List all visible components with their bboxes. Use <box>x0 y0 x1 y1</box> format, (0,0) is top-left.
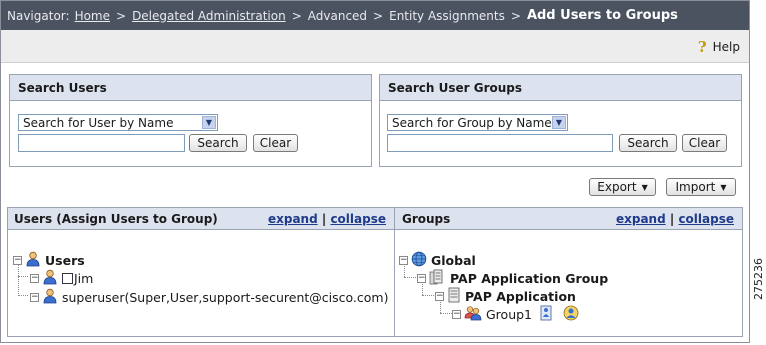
tree-node-label: Group1 <box>486 307 533 322</box>
caret-down-icon: ▼ <box>720 182 727 192</box>
application-icon <box>447 287 461 306</box>
breadcrumb-separator: > <box>373 8 384 23</box>
group-search-type-value: Search for Group by Name <box>392 115 552 130</box>
chevron-down-icon: ▼ <box>552 116 566 129</box>
collapse-toggle-icon[interactable]: − <box>435 292 444 301</box>
page-title: Add Users to Groups <box>526 8 678 23</box>
toolbar: ? Help <box>1 30 749 63</box>
import-label: Import <box>675 180 716 194</box>
user-group-icon <box>464 305 482 324</box>
search-groups-title: Search User Groups <box>380 75 741 101</box>
breadcrumb-home-link[interactable]: Home <box>75 9 110 23</box>
group-search-button[interactable]: Search <box>619 134 677 152</box>
collapse-toggle-icon[interactable]: − <box>13 256 22 265</box>
tree-node-group1[interactable]: − Group1 <box>452 305 584 324</box>
tree-node-users[interactable]: − Users <box>13 251 85 270</box>
group-search-type-select[interactable]: Search for Group by Name ▼ <box>387 114 568 131</box>
tree-node-pap-application-group[interactable]: − PAP Application Group <box>417 269 608 288</box>
collapse-toggle-icon[interactable]: − <box>30 274 39 283</box>
collapse-toggle-icon[interactable]: − <box>452 310 461 319</box>
tree-node-global[interactable]: − Global <box>399 251 476 270</box>
help-icon: ? <box>697 38 707 56</box>
application-group-icon <box>429 269 446 288</box>
user-search-button[interactable]: Search <box>189 134 247 152</box>
breadcrumb-separator: > <box>291 8 302 23</box>
groups-link-divider: | <box>669 212 675 226</box>
collapse-toggle-icon[interactable]: − <box>399 256 408 265</box>
caret-down-icon: ▼ <box>641 182 648 192</box>
groups-expand-link[interactable]: expand <box>616 212 666 226</box>
group-search-input[interactable] <box>387 134 613 152</box>
group-clear-button[interactable]: Clear <box>682 134 727 152</box>
breadcrumb-advanced: Advanced <box>307 8 368 23</box>
user-icon <box>42 288 58 307</box>
users-folder-icon <box>25 251 41 270</box>
tree-node-user-superuser[interactable]: − superuser(Super,User,support-securent@… <box>30 288 388 307</box>
users-collapse-link[interactable]: collapse <box>330 212 386 226</box>
breadcrumb-prefix: Navigator: <box>7 8 70 23</box>
users-panel-title: Users (Assign Users to Group) <box>14 211 218 226</box>
breadcrumb: Navigator: Home > Delegated Administrati… <box>1 1 749 30</box>
breadcrumb-separator: > <box>510 8 521 23</box>
breadcrumb-separator: > <box>116 8 127 23</box>
tree-connector <box>18 295 28 296</box>
add-users-icon[interactable] <box>562 305 580 324</box>
globe-icon <box>411 251 427 270</box>
users-expand-link[interactable]: expand <box>268 212 318 226</box>
user-icon <box>42 269 58 288</box>
user-checkbox[interactable] <box>62 273 73 284</box>
users-expand-collapse: expand | collapse <box>268 212 386 226</box>
user-search-type-value: Search for User by Name <box>23 115 174 130</box>
collapse-toggle-icon[interactable]: − <box>417 274 426 283</box>
help-button[interactable]: ? Help <box>698 38 740 56</box>
tree-node-label: Users <box>45 253 85 268</box>
chevron-down-icon: ▼ <box>202 116 216 129</box>
search-users-panel: Search Users Search for User by Name ▼ S… <box>9 74 372 167</box>
group-members-icon[interactable] <box>540 305 552 324</box>
user-search-type-select[interactable]: Search for User by Name ▼ <box>18 114 218 131</box>
import-menu-button[interactable]: Import ▼ <box>666 178 736 196</box>
page-frame: Navigator: Home > Delegated Administrati… <box>0 0 750 343</box>
tree-node-label: PAP Application Group <box>450 271 609 286</box>
tree-connector <box>18 276 28 277</box>
search-groups-panel: Search User Groups Search for Group by N… <box>379 74 742 167</box>
groups-panel-header: Groups expand | collapse <box>395 208 742 230</box>
users-link-divider: | <box>321 212 327 226</box>
tree-node-user-jim[interactable]: − Jim <box>30 269 93 288</box>
breadcrumb-entity: Entity Assignments <box>389 8 505 23</box>
search-users-title: Search Users <box>10 75 371 101</box>
collapse-toggle-icon[interactable]: − <box>30 293 39 302</box>
groups-panel-title: Groups <box>402 211 451 226</box>
tree-node-label: PAP Application <box>465 289 576 304</box>
tree-node-label: Global <box>431 253 476 268</box>
user-clear-button[interactable]: Clear <box>253 134 298 152</box>
groups-expand-collapse: expand | collapse <box>616 212 734 226</box>
users-panel-header: Users (Assign Users to Group) expand | c… <box>8 208 394 230</box>
assignment-tree-panel: Users (Assign Users to Group) expand | c… <box>7 207 743 337</box>
tree-node-pap-application[interactable]: − PAP Application <box>435 287 576 306</box>
export-label: Export <box>597 180 637 194</box>
figure-number: 275236 <box>752 258 765 300</box>
breadcrumb-delegated-link[interactable]: Delegated Administration <box>132 9 286 23</box>
tree-node-label: superuser(Super,User,support-securent@ci… <box>62 290 389 305</box>
help-label: Help <box>712 40 740 54</box>
user-search-input[interactable] <box>18 134 185 152</box>
tree-node-label: Jim <box>74 271 94 286</box>
export-menu-button[interactable]: Export ▼ <box>589 178 656 196</box>
groups-collapse-link[interactable]: collapse <box>678 212 734 226</box>
